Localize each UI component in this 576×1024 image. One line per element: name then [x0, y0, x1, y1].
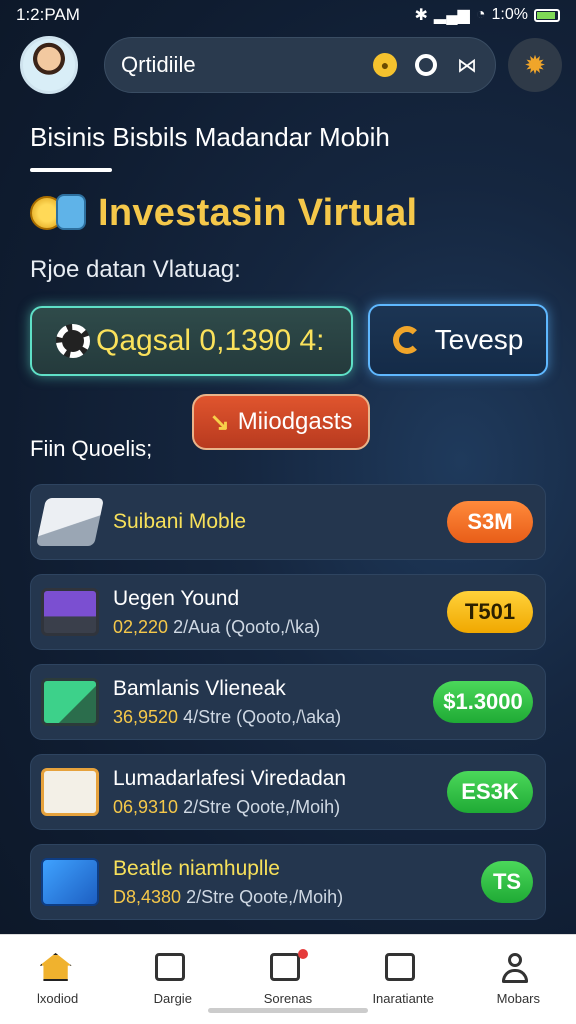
item-meta: 02,220 2/Aua (Qooto,/\ka): [113, 617, 320, 638]
item-meta-suffix: 2/Stre Qoote,/Moih): [183, 796, 341, 817]
bluetooth-icon: ✱: [414, 7, 428, 24]
topup-label: Tevesp: [434, 324, 524, 355]
item-meta: D8,4380 2/Stre Qoote,/Moih): [113, 887, 343, 908]
status-bar: 1:2:PAM ✱ ▂▄▆ ◔ 1:0%: [0, 0, 576, 30]
topup-button[interactable]: Tevesp: [368, 304, 548, 376]
item-tag-button[interactable]: ES3K: [447, 771, 533, 813]
item-name: Beatle niamhuplle: [113, 856, 280, 880]
item-meta-suffix: 2/Stre Qoote,/Moih): [186, 886, 344, 907]
section-title: Investasin Virtual: [98, 191, 418, 234]
item-tag-button[interactable]: TS: [481, 861, 533, 903]
item-meta: 36,9520 4/Stre (Qooto,/\aka): [113, 707, 341, 728]
list-item[interactable]: Beatle niamhuplle D8,4380 2/Stre Qoote,/…: [30, 844, 546, 920]
chart-board-icon: [41, 678, 99, 726]
balance-label: Qagsal 0,1390 4:: [96, 324, 325, 357]
method-button[interactable]: ↘ Miiodgasts: [192, 394, 370, 450]
nav-item-chart[interactable]: Dargie: [123, 953, 223, 1006]
list-item[interactable]: Lumadarlafesi Viredadan 06,9310 2/Stre Q…: [30, 754, 546, 830]
section-subheading: Rjoe datan Vlatuag:: [30, 256, 241, 283]
item-price: 36,9520: [113, 706, 179, 727]
home-indicator: [208, 1008, 368, 1013]
battery-icon: [534, 8, 560, 22]
wifi-icon: ◔: [475, 6, 486, 23]
battery-percent: 1:0%: [491, 6, 528, 23]
title-underline: [30, 168, 112, 172]
item-meta-suffix: 2/Aua (Qooto,/\ka): [173, 616, 321, 637]
mail-icon: [385, 953, 416, 981]
search-bar[interactable]: ● ⋈: [104, 37, 496, 93]
nav-label: Sorenas: [263, 991, 313, 1006]
header: ● ⋈ ✹: [20, 34, 565, 96]
balance-button[interactable]: Qagsal 0,1390 4:: [30, 306, 353, 376]
search-actions: ● ⋈: [373, 53, 479, 77]
laptop-icon: [35, 498, 105, 546]
item-name: Uegen Yound: [113, 586, 240, 610]
page-title: Bisinis Bisbils Madandar Mobih: [30, 122, 390, 152]
user-icon: [500, 953, 530, 983]
item-meta: 06,9310 2/Stre Qoote,/Moih): [113, 797, 346, 818]
edit-icon: [269, 953, 300, 981]
product-list: Suibani Moble S3M Uegen Yound 02,220 2/A…: [30, 484, 546, 934]
list-heading: Fiin Quoelis;: [30, 436, 153, 461]
voice-icon[interactable]: ⋈: [455, 53, 479, 77]
item-price: D8,4380: [113, 886, 182, 907]
item-tag-button[interactable]: T501: [447, 591, 533, 633]
method-label: Miiodgasts: [237, 408, 353, 435]
refresh-icon: [392, 326, 421, 354]
item-meta-suffix: 4/Stre (Qooto,/\aka): [183, 706, 342, 727]
item-price: 06,9310: [113, 796, 179, 817]
lightbulb-icon[interactable]: ●: [373, 53, 397, 77]
item-tag-button[interactable]: $1.3000: [433, 681, 533, 723]
monitor-icon: [41, 588, 99, 636]
coin-icon: [30, 190, 90, 236]
search-input[interactable]: [121, 52, 371, 78]
item-name: Bamlanis Vlieneak: [113, 676, 286, 700]
nav-item-edit[interactable]: Sorenas: [238, 949, 338, 1006]
nav-item-home[interactable]: lxodiod: [8, 953, 108, 1006]
signal-icon: ▂▄▆: [433, 7, 470, 24]
avatar[interactable]: [20, 36, 78, 94]
nav-item-profile[interactable]: Mobars: [468, 953, 568, 1006]
item-price: 02,220: [113, 616, 169, 637]
nav-item-mail[interactable]: Inaratiante: [353, 953, 453, 1006]
item-tag-button[interactable]: S3M: [447, 501, 533, 543]
camera-icon[interactable]: [415, 54, 437, 76]
documents-icon: [41, 768, 99, 816]
home-icon: [39, 953, 72, 981]
status-icons: ✱ ▂▄▆ ◔ 1:0%: [414, 5, 560, 25]
gear-icon: ✹: [524, 49, 546, 80]
item-name: Suibani Moble: [113, 510, 247, 533]
list-item[interactable]: Bamlanis Vlieneak 36,9520 4/Stre (Qooto,…: [30, 664, 546, 740]
nav-label: Mobars: [496, 991, 541, 1006]
item-name: Lumadarlafesi Viredadan: [113, 766, 347, 790]
nav-label: lxodiod: [36, 991, 79, 1006]
gear-icon: [56, 324, 90, 358]
section-heading: Investasin Virtual: [30, 190, 417, 236]
list-item[interactable]: Uegen Yound 02,220 2/Aua (Qooto,/\ka) T5…: [30, 574, 546, 650]
status-time: 1:2:PAM: [16, 5, 80, 24]
nav-label: Inaratiante: [372, 991, 434, 1006]
settings-button[interactable]: ✹: [508, 38, 562, 92]
box-icon: [41, 858, 99, 906]
chevron-icon: ↘: [209, 408, 230, 436]
chart-icon: [154, 953, 185, 981]
list-item[interactable]: Suibani Moble S3M: [30, 484, 546, 560]
nav-label: Dargie: [153, 991, 192, 1006]
